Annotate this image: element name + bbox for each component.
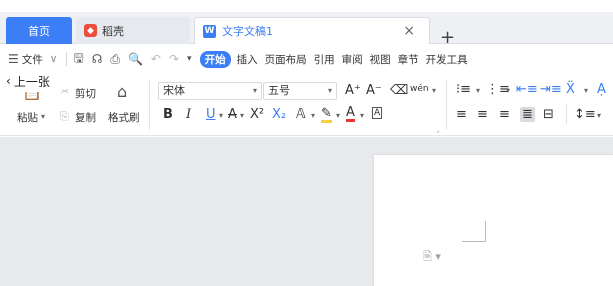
tab-home-label: 首页 bbox=[28, 24, 50, 38]
menu-row: ☰ 文件 ∨ 🖫 ☊ ⎙ 🔍 ↶ ↷ ▾ 开始 插入 页面布局 引用 审阅 视图… bbox=[0, 44, 613, 74]
divider bbox=[66, 52, 68, 66]
strikethrough-icon[interactable]: A bbox=[228, 107, 237, 122]
font-size-value: 五号 bbox=[268, 84, 290, 97]
increase-indent-icon[interactable]: ⇥≡ bbox=[540, 82, 562, 97]
format-painter-button[interactable]: 格式刷 bbox=[108, 110, 140, 125]
paste-button[interactable]: 粘贴 bbox=[17, 110, 38, 125]
text-effect-icon[interactable]: 𝔸 bbox=[296, 107, 306, 122]
menu-references[interactable]: 引用 bbox=[314, 52, 335, 67]
top-cutoff-strip bbox=[0, 0, 613, 12]
cut-button[interactable]: 剪切 bbox=[75, 86, 96, 101]
justify-icon[interactable]: ≣ bbox=[520, 107, 535, 122]
menu-chapter[interactable]: 章节 bbox=[398, 52, 419, 67]
writer-doc-icon: W bbox=[203, 24, 216, 38]
tab-daoke-label: 稻壳 bbox=[102, 24, 124, 38]
decrease-indent-icon[interactable]: ⇤≡ bbox=[516, 82, 538, 97]
document-workspace bbox=[0, 137, 613, 286]
tab-bar: 首页 ◆ 稻壳 W 文字文稿1 × + bbox=[0, 12, 613, 48]
font-color-icon[interactable]: A bbox=[346, 106, 355, 122]
numbered-list-dropdown-icon[interactable]: ▾ bbox=[506, 86, 510, 95]
save-icon[interactable]: 🖫 bbox=[73, 49, 83, 70]
menu-insert[interactable]: 插入 bbox=[237, 52, 258, 67]
superscript-button[interactable]: X² bbox=[250, 107, 264, 122]
line-spacing-icon[interactable]: ↕≡ bbox=[574, 107, 596, 122]
chevron-down-icon: ▾ bbox=[252, 86, 257, 95]
text-effect-dropdown-icon[interactable]: ▾ bbox=[311, 111, 315, 120]
character-border-icon[interactable]: A bbox=[372, 107, 383, 119]
font-name-select[interactable]: 宋体 ▾ bbox=[158, 82, 262, 100]
copy-icon[interactable]: ⎘ bbox=[60, 110, 69, 124]
document-page[interactable] bbox=[374, 155, 613, 286]
menu-view[interactable]: 视图 bbox=[370, 52, 391, 67]
font-size-select[interactable]: 五号 ▾ bbox=[263, 82, 337, 100]
align-center-icon[interactable]: ≡ bbox=[477, 107, 488, 122]
tab-document[interactable]: W 文字文稿1 × bbox=[194, 17, 430, 44]
tab-document-label: 文字文稿1 bbox=[222, 25, 273, 38]
text-direction-icon[interactable]: Ạ bbox=[597, 82, 606, 97]
font-color-dropdown-icon[interactable]: ▾ bbox=[360, 111, 364, 120]
subscript-button[interactable]: X₂ bbox=[272, 107, 286, 122]
paste-options-icon[interactable]: 🗎 ▾ bbox=[423, 248, 441, 267]
tab-daoke[interactable]: ◆ 稻壳 bbox=[76, 17, 190, 44]
print-icon[interactable]: ⎙ bbox=[110, 52, 120, 67]
cloud-sync-icon[interactable]: ☊ bbox=[92, 52, 103, 66]
ribbon-toolbar: 📋 粘贴 ▾ ✂ 剪切 ⎘ 复制 ⌂ 格式刷 宋体 ▾ 五号 ▾ A⁺ A⁻ ⌫… bbox=[0, 74, 613, 136]
undo-icon[interactable]: ↶ bbox=[151, 52, 161, 66]
line-spacing-dropdown-icon[interactable]: ▾ bbox=[597, 111, 601, 120]
divider bbox=[566, 104, 567, 124]
tab-close-icon[interactable]: × bbox=[403, 23, 415, 39]
menu-review[interactable]: 审阅 bbox=[342, 52, 363, 67]
chinese-layout-icon[interactable]: Ẍ bbox=[566, 82, 575, 97]
distributed-align-icon[interactable]: ⊟ bbox=[543, 107, 554, 122]
underline-button[interactable]: U bbox=[206, 107, 216, 122]
strikethrough-dropdown-icon[interactable]: ▾ bbox=[240, 111, 244, 120]
tab-home[interactable]: 首页 bbox=[6, 17, 72, 44]
bold-button[interactable]: B bbox=[163, 107, 173, 122]
chevron-left-icon: ‹ bbox=[6, 74, 11, 88]
shrink-font-icon[interactable]: A⁻ bbox=[366, 83, 382, 98]
divider bbox=[149, 80, 150, 130]
clear-format-icon[interactable]: ⌫ bbox=[390, 83, 408, 98]
divider bbox=[446, 80, 447, 130]
italic-button[interactable]: I bbox=[186, 107, 191, 122]
bullet-list-dropdown-icon[interactable]: ▾ bbox=[476, 86, 480, 95]
print-preview-icon[interactable]: 🔍 bbox=[128, 52, 143, 66]
pinyin-guide-icon[interactable]: wén bbox=[410, 84, 429, 94]
margin-corner-mark bbox=[485, 221, 486, 242]
align-right-icon[interactable]: ≡ bbox=[499, 107, 510, 122]
redo-icon[interactable]: ↷ bbox=[169, 52, 179, 66]
bullet-list-icon[interactable]: ⁝≡ bbox=[456, 82, 471, 97]
font-dialog-launcher-icon[interactable]: ⌟ bbox=[436, 126, 439, 134]
hamburger-menu-icon[interactable]: ☰ bbox=[8, 52, 19, 66]
menu-page-layout[interactable]: 页面布局 bbox=[265, 52, 307, 67]
format-painter-icon[interactable]: ⌂ bbox=[117, 82, 127, 101]
align-left-icon[interactable]: ≡ bbox=[456, 107, 467, 122]
copy-button[interactable]: 复制 bbox=[75, 110, 96, 125]
margin-corner-mark bbox=[462, 241, 485, 242]
daoke-icon: ◆ bbox=[84, 24, 97, 37]
chevron-down-icon: ▾ bbox=[327, 86, 332, 95]
file-menu[interactable]: 文件 bbox=[22, 52, 43, 67]
prev-page-label: 上一张 bbox=[13, 74, 50, 89]
highlight-dropdown-icon[interactable]: ▾ bbox=[336, 111, 340, 120]
menu-developer-tools[interactable]: 开发工具 bbox=[426, 52, 468, 67]
font-name-value: 宋体 bbox=[163, 84, 185, 97]
grow-font-icon[interactable]: A⁺ bbox=[345, 83, 361, 98]
underline-dropdown-icon[interactable]: ▾ bbox=[219, 111, 223, 120]
prev-page-button[interactable]: ‹ 上一张 bbox=[2, 70, 62, 92]
pinyin-dropdown-icon[interactable]: ▾ bbox=[432, 86, 436, 95]
menu-start-tab[interactable]: 开始 bbox=[199, 50, 231, 68]
paste-dropdown-icon[interactable]: ▾ bbox=[41, 112, 45, 121]
chinese-layout-dropdown-icon[interactable]: ▾ bbox=[584, 86, 588, 95]
quick-access-dropdown-icon[interactable]: ▾ bbox=[187, 54, 192, 64]
highlight-color-icon[interactable]: ✎ bbox=[321, 107, 332, 123]
chevron-down-icon[interactable]: ∨ bbox=[50, 53, 58, 65]
